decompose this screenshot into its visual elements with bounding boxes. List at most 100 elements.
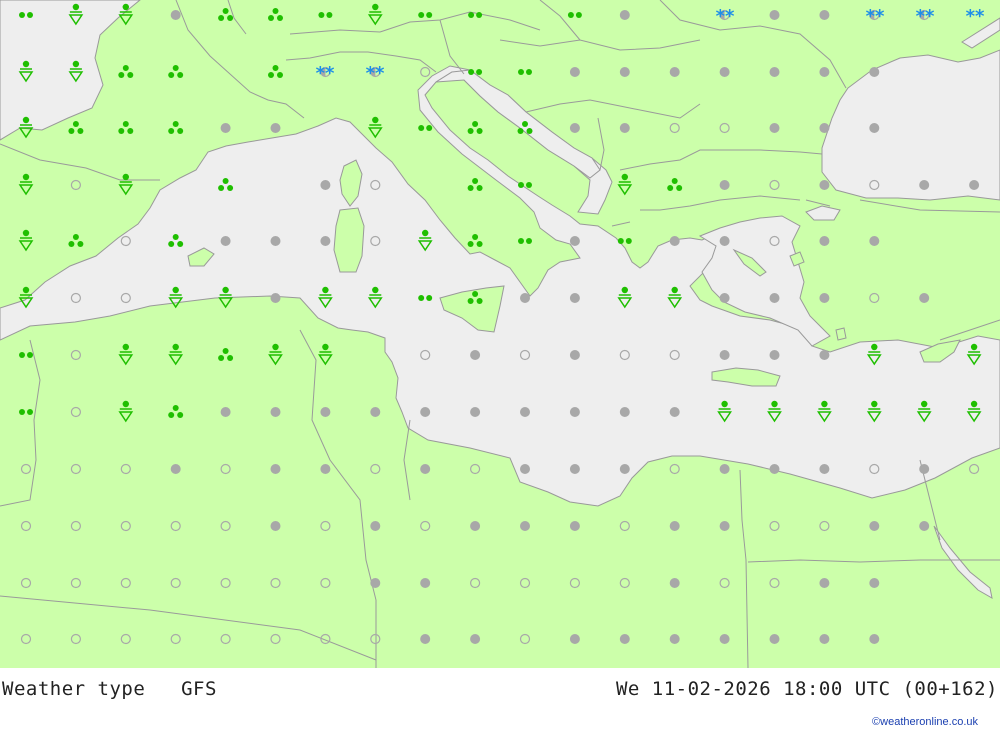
overcast-dot-icon	[719, 634, 730, 644]
overcast-dot-icon	[420, 464, 431, 474]
overcast-dot-icon	[719, 293, 730, 303]
overcast-dot-icon	[569, 521, 580, 531]
overcast-dot-icon	[569, 634, 580, 644]
overcast-dot-icon	[619, 10, 630, 20]
weather-map: ** ** ** ** ** **	[0, 0, 1000, 668]
overcast-dot-icon	[919, 293, 930, 303]
overcast-dot-icon	[619, 407, 630, 417]
svg-text:**: **	[316, 63, 335, 84]
overcast-dot-icon	[619, 67, 630, 77]
credit-link[interactable]: ©weatheronline.co.uk	[872, 716, 978, 728]
overcast-dot-icon	[370, 407, 381, 417]
overcast-dot-icon	[719, 180, 730, 190]
snow-asterisks-icon: **	[716, 6, 735, 27]
svg-text:**: **	[716, 6, 735, 27]
overcast-dot-icon	[320, 236, 331, 246]
svg-text:**: **	[866, 6, 885, 27]
overcast-dot-icon	[270, 521, 281, 531]
snow-asterisks-icon: **	[366, 63, 385, 84]
overcast-dot-icon	[520, 464, 530, 474]
overcast-dot-icon	[819, 634, 830, 644]
overcast-dot-icon	[719, 350, 730, 360]
overcast-dot-icon	[220, 123, 231, 133]
overcast-dot-icon	[819, 293, 830, 303]
overcast-dot-icon	[270, 236, 281, 246]
overcast-dot-icon	[869, 67, 880, 77]
overcast-dot-icon	[420, 634, 431, 644]
overcast-dot-icon	[819, 123, 830, 133]
snow-asterisks-icon: **	[966, 6, 985, 27]
overcast-dot-icon	[769, 10, 780, 20]
overcast-dot-icon	[719, 67, 730, 77]
overcast-dot-icon	[270, 123, 281, 133]
overcast-dot-icon	[919, 521, 930, 531]
overcast-dot-icon	[320, 464, 331, 474]
overcast-dot-icon	[819, 236, 830, 246]
svg-text:**: **	[916, 6, 935, 27]
overcast-dot-icon	[470, 634, 481, 644]
overcast-dot-icon	[669, 578, 680, 588]
overcast-dot-icon	[170, 10, 181, 20]
overcast-dot-icon	[769, 293, 780, 303]
overcast-dot-icon	[619, 634, 630, 644]
overcast-dot-icon	[520, 521, 530, 531]
overcast-dot-icon	[869, 123, 880, 133]
overcast-dot-icon	[470, 407, 481, 417]
overcast-dot-icon	[170, 464, 181, 474]
overcast-dot-icon	[320, 180, 331, 190]
overcast-dot-icon	[569, 67, 580, 77]
overcast-dot-icon	[569, 293, 580, 303]
overcast-dot-icon	[819, 350, 830, 360]
overcast-dot-icon	[869, 521, 880, 531]
svg-text:**: **	[966, 6, 985, 27]
map-title: Weather type GFS	[2, 678, 217, 700]
overcast-dot-icon	[769, 67, 780, 77]
overcast-dot-icon	[270, 293, 281, 303]
overcast-dot-icon	[719, 464, 730, 474]
overcast-dot-icon	[719, 236, 730, 246]
overcast-dot-icon	[470, 521, 481, 531]
map-footer: Weather type GFS We 11-02-2026 18:00 UTC…	[0, 668, 1000, 733]
forecast-datetime: We 11-02-2026 18:00 UTC (00+162)	[615, 678, 998, 700]
overcast-dot-icon	[969, 180, 980, 190]
overcast-dot-icon	[569, 464, 580, 474]
overcast-dot-icon	[370, 521, 381, 531]
overcast-dot-icon	[619, 464, 630, 474]
overcast-dot-icon	[819, 578, 830, 588]
overcast-dot-icon	[769, 464, 780, 474]
snow-asterisks-icon: **	[866, 6, 885, 27]
overcast-dot-icon	[420, 578, 431, 588]
island-sardinia	[333, 207, 365, 273]
overcast-dot-icon	[819, 180, 830, 190]
overcast-dot-icon	[520, 293, 530, 303]
overcast-dot-icon	[869, 634, 880, 644]
overcast-dot-icon	[220, 407, 231, 417]
overcast-dot-icon	[819, 464, 830, 474]
overcast-dot-icon	[569, 236, 580, 246]
overcast-dot-icon	[470, 350, 481, 360]
overcast-dot-icon	[420, 407, 431, 417]
snow-asterisks-icon: **	[916, 6, 935, 27]
overcast-dot-icon	[919, 464, 930, 474]
overcast-dot-icon	[270, 464, 281, 474]
overcast-dot-icon	[669, 67, 680, 77]
overcast-dot-icon	[619, 123, 630, 133]
overcast-dot-icon	[769, 634, 780, 644]
overcast-dot-icon	[669, 521, 680, 531]
overcast-dot-icon	[370, 578, 381, 588]
overcast-dot-icon	[669, 407, 680, 417]
overcast-dot-icon	[220, 236, 231, 246]
overcast-dot-icon	[569, 123, 580, 133]
overcast-dot-icon	[270, 407, 281, 417]
snow-asterisks-icon: **	[316, 63, 335, 84]
overcast-dot-icon	[320, 407, 331, 417]
overcast-dot-icon	[569, 407, 580, 417]
overcast-dot-icon	[569, 350, 580, 360]
overcast-dot-icon	[869, 236, 880, 246]
overcast-dot-icon	[919, 180, 930, 190]
overcast-dot-icon	[769, 123, 780, 133]
overcast-dot-icon	[669, 634, 680, 644]
overcast-dot-icon	[869, 578, 880, 588]
overcast-dot-icon	[769, 350, 780, 360]
island-rhodes	[835, 327, 847, 341]
